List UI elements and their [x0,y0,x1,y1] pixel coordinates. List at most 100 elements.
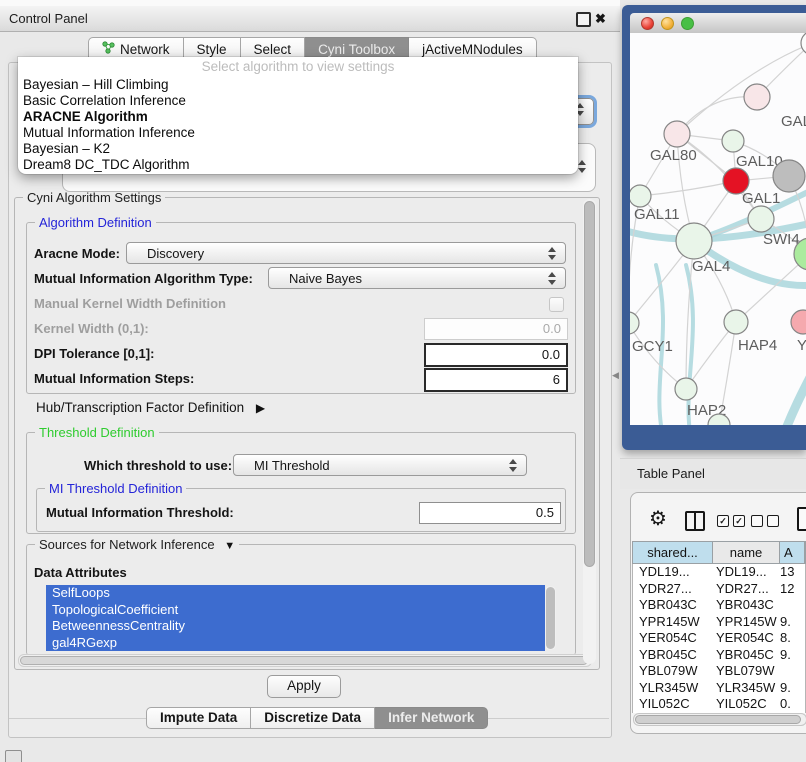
dropdown-item[interactable]: Bayesian – K2 [18,141,578,157]
table-cell[interactable] [777,663,805,680]
network-node-y[interactable] [791,310,806,334]
table-cell[interactable]: YDL19... [633,564,712,581]
table-cell[interactable]: YPR145W [712,614,777,631]
table-cell[interactable]: YER054C [633,630,712,647]
network-edge[interactable] [640,181,736,196]
network-node[interactable] [773,160,805,192]
apply-button[interactable]: Apply [267,675,341,698]
table-cell[interactable]: 12 [777,581,805,598]
table-cell[interactable]: 8. [777,630,805,647]
mac-close-button[interactable] [641,17,654,30]
table-cell[interactable]: 9. [777,614,805,631]
tab-label: Impute Data [160,708,237,728]
table-cell[interactable]: YIL052C [712,696,777,713]
table-cell[interactable]: YER054C [712,630,777,647]
mi-type-combobox[interactable]: Naive Bayes [268,267,566,289]
table-row[interactable]: YLR345WYLR345W9. [633,680,805,697]
new-table-icon[interactable] [797,507,806,531]
close-icon[interactable]: ✖ [595,6,606,31]
deselect-all-icon[interactable] [751,515,779,527]
mac-zoom-button[interactable] [681,17,694,30]
select-all-icon[interactable]: ✓ ✓ [717,515,745,527]
float-window-icon[interactable] [576,12,591,27]
table-cell[interactable]: 0. [777,696,805,713]
column-header-shared-name[interactable]: shared... [633,542,713,563]
which-threshold-combobox[interactable]: MI Threshold [233,454,527,476]
table-row[interactable]: YER054CYER054C8. [633,630,805,647]
tab-impute-data[interactable]: Impute Data [146,707,251,729]
table-cell[interactable]: YBR043C [633,597,712,614]
settings-vertical-scrollbar[interactable] [583,199,596,664]
panel-corner-icon[interactable] [5,750,22,762]
dropdown-item[interactable]: Basic Correlation Inference [18,93,578,109]
dpi-tolerance-label: DPI Tolerance [0,1]: [34,346,154,361]
table-cell[interactable]: YPR145W [633,614,712,631]
network-node-gal11[interactable] [630,185,651,207]
table-header: shared... name A [632,541,806,564]
aracne-mode-combobox[interactable]: Discovery [126,242,566,264]
table-row[interactable]: YBR043CYBR043C [633,597,805,614]
attributes-scrollbar[interactable] [545,586,556,650]
network-node-hap2[interactable] [675,378,697,400]
network-node-swi4[interactable] [748,206,774,232]
table-cell[interactable]: 9. [777,647,805,664]
settings-horizontal-scrollbar[interactable] [18,654,592,667]
dropdown-item-selected[interactable]: ARACNE Algorithm [18,109,578,125]
dropdown-item[interactable]: Dream8 DC_TDC Algorithm [18,157,578,173]
table-cell[interactable]: YDR27... [712,581,777,598]
manual-kernel-checkbox[interactable] [549,297,564,312]
divider-collapse-icon[interactable]: ◀ [612,370,619,381]
network-node-gal[interactable] [744,84,770,110]
kernel-width-input[interactable]: 0.0 [424,318,568,340]
table-cell[interactable]: 13 [777,564,805,581]
dropdown-item[interactable]: Mutual Information Inference [18,125,578,141]
table-cell[interactable]: 9. [777,680,805,697]
spinner-icon [509,459,517,472]
table-cell[interactable]: YBR045C [633,647,712,664]
table-row[interactable]: YPR145WYPR145W9. [633,614,805,631]
network-node-gal4[interactable] [676,223,712,259]
attribute-item[interactable]: BetweennessCentrality [46,618,545,635]
table-row[interactable]: YBL079WYBL079W [633,663,805,680]
table-cell[interactable]: YBL079W [712,663,777,680]
network-node-gcy1[interactable] [630,312,639,334]
mi-threshold-input[interactable]: 0.5 [419,502,561,524]
attribute-item[interactable]: SelfLoops [46,585,545,602]
hub-definition-toggle[interactable]: Hub/Transcription Factor Definition ▶ [36,400,265,415]
mac-minimize-button[interactable] [661,17,674,30]
table-cell[interactable]: YBR043C [712,597,777,614]
gear-icon[interactable]: ⚙ [649,506,667,531]
table-cell[interactable]: YIL052C [633,696,712,713]
table-cell[interactable]: YDL19... [712,564,777,581]
network-canvas[interactable]: GALGAL80GAL10GAL1GAL11SWI4GAL4GCY1HAP4YH… [630,33,806,425]
dropdown-item[interactable]: Bayesian – Hill Climbing [18,77,578,93]
tab-infer-network[interactable]: Infer Network [375,707,488,729]
column-header-name[interactable]: name [713,542,780,563]
table-row[interactable]: YDR27...YDR27...12 [633,581,805,598]
table-cell[interactable]: YBL079W [633,663,712,680]
collapse-arrow-icon[interactable]: ▼ [224,540,235,552]
network-node-gal80[interactable] [664,121,690,147]
table-row[interactable]: YIL052CYIL052C0. [633,696,805,713]
table-cell[interactable]: YLR345W [712,680,777,697]
attribute-item[interactable]: TopologicalCoefficient [46,602,545,619]
table-cell[interactable]: YDR27... [633,581,712,598]
table-row[interactable]: YDL19...YDL19...13 [633,564,805,581]
network-node-gal10[interactable] [722,130,744,152]
network-edge[interactable] [630,323,686,389]
data-attributes-list: SelfLoops TopologicalCoefficient Between… [46,585,545,651]
attribute-item[interactable]: gal4RGexp [46,635,545,652]
table-row[interactable]: YBR045CYBR045C9. [633,647,805,664]
network-window-titlebar[interactable] [630,13,806,34]
mi-steps-input[interactable]: 6 [424,368,568,392]
table-horizontal-scrollbar[interactable] [633,713,806,726]
group-title: Threshold Definition [35,425,159,440]
table-cell[interactable]: YBR045C [712,647,777,664]
network-node-hap4[interactable] [724,310,748,334]
table-cell[interactable] [777,597,805,614]
tab-discretize-data[interactable]: Discretize Data [251,707,375,729]
table-cell[interactable]: YLR345W [633,680,712,697]
show-columns-icon[interactable] [685,511,705,531]
column-header-partial[interactable]: A [780,542,805,563]
dpi-tolerance-input[interactable]: 0.0 [424,343,568,367]
